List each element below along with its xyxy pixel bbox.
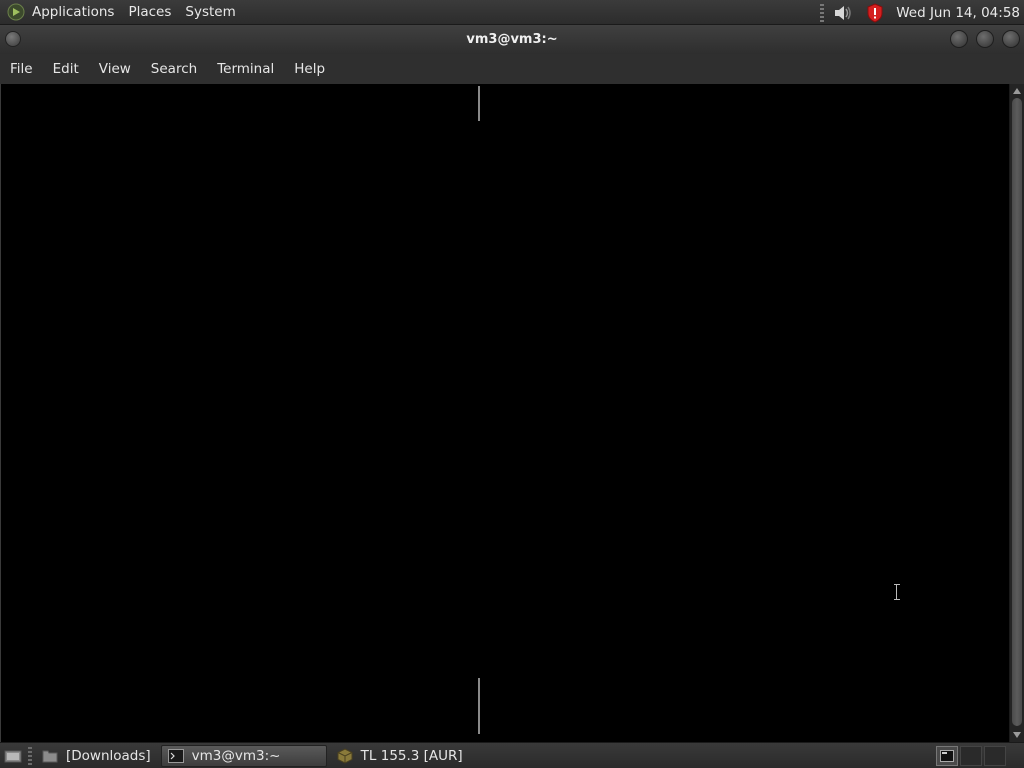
folder-icon [42,748,58,764]
pane-divider-top [478,86,480,121]
task-label: TL 155.3 [AUR] [360,747,463,764]
workspace-1[interactable] [936,746,958,766]
window-menu-button[interactable] [5,31,21,47]
menu-edit[interactable]: Edit [53,61,79,77]
volume-icon[interactable] [832,2,854,24]
show-desktop-icon[interactable] [2,746,24,766]
terminal-icon [167,748,184,764]
scroll-up-icon[interactable] [1013,88,1021,94]
menu-help[interactable]: Help [294,61,325,77]
applications-menu[interactable]: Applications [32,4,114,20]
window-controls [942,30,1020,48]
system-tray: Wed Jun 14, 04:58 [820,0,1024,25]
task-terminal[interactable]: vm3@vm3:~ [160,744,327,767]
minimize-button[interactable] [950,30,968,48]
top-panel: Applications Places System Wed Jun 14, 0… [0,0,1024,25]
tray-handle[interactable] [820,3,825,22]
menu-file[interactable]: File [10,61,33,77]
mate-menu-icon[interactable] [6,2,26,22]
text-cursor-icon [894,584,900,600]
window-titlebar[interactable]: vm3@vm3:~ [0,25,1024,54]
maximize-button[interactable] [976,30,994,48]
pane-divider-bottom [478,678,480,734]
places-menu[interactable]: Places [128,4,171,20]
task-label: vm3@vm3:~ [191,747,281,764]
menu-search[interactable]: Search [151,61,197,77]
terminal-menubar: File Edit View Search Terminal Help [0,54,1024,84]
scroll-down-icon[interactable] [1013,732,1021,738]
taskbar-handle[interactable] [28,746,32,765]
terminal-content[interactable] [0,84,1009,742]
menu-view[interactable]: View [99,61,131,77]
window-title: vm3@vm3:~ [466,32,558,47]
terminal-scrollbar[interactable] [1009,84,1024,742]
system-menu[interactable]: System [185,4,235,20]
close-button[interactable] [1002,30,1020,48]
bottom-panel: [Downloads] vm3@vm3:~ TL 155.3 [AUR] [0,742,1024,768]
security-shield-icon[interactable] [864,2,886,24]
task-tl-aur[interactable]: TL 155.3 [AUR] [331,745,469,767]
package-icon [337,747,353,764]
scroll-thumb[interactable] [1012,98,1022,726]
workspace-3[interactable] [984,746,1006,766]
task-downloads[interactable]: [Downloads] [36,745,157,767]
menu-terminal[interactable]: Terminal [217,61,274,77]
workspace-2[interactable] [960,746,982,766]
clock[interactable]: Wed Jun 14, 04:58 [896,5,1020,21]
task-label: [Downloads] [66,747,151,764]
